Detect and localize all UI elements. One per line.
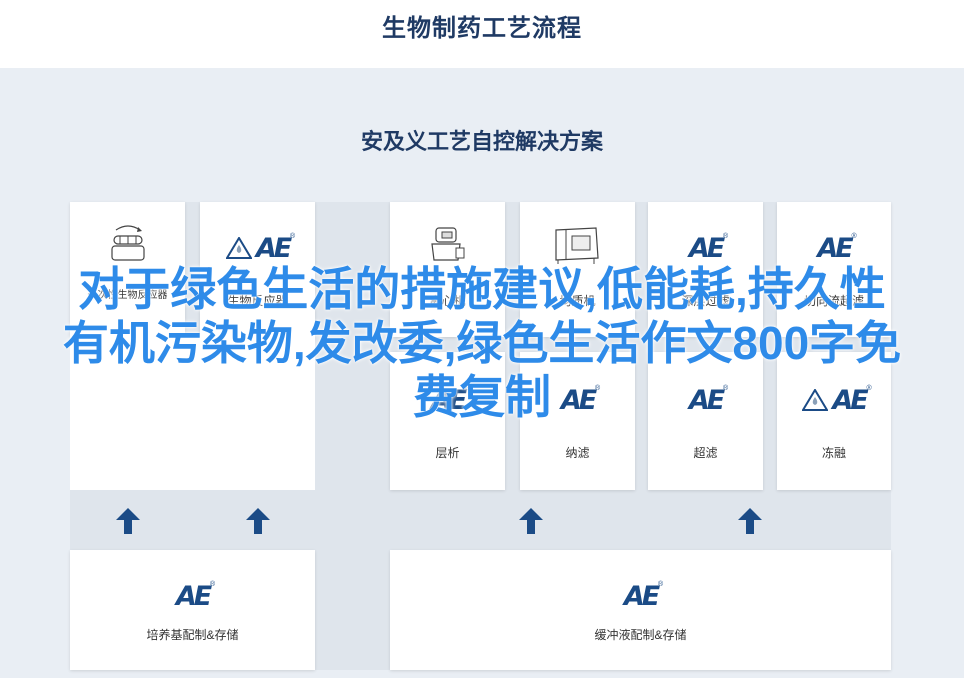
ae-logo: AE ® — [777, 232, 891, 264]
ae-wordmark: AE — [688, 232, 725, 264]
card-label: 超滤 — [693, 446, 718, 460]
ae-logo: AE ® — [200, 232, 315, 264]
arrow-up-icon — [519, 508, 543, 534]
centrifuge-icon — [431, 227, 465, 261]
ae-wordmark: AE — [255, 232, 292, 264]
ae-logo: AE ® — [648, 232, 763, 264]
card-label: 一次性生物反应器 — [87, 290, 168, 301]
card-label: 切向流超滤 — [803, 294, 864, 308]
card-label: 培养基配制&存储 — [146, 628, 239, 642]
registered-mark: ® — [595, 384, 601, 392]
card-chromatography[interactable]: AE ® 层析 — [390, 352, 505, 490]
registered-mark: ® — [658, 580, 664, 588]
homogenizer-icon — [555, 227, 599, 264]
card-label: 纳滤 — [565, 446, 590, 460]
registered-mark: ® — [723, 384, 729, 392]
card-label: 均质机 — [559, 294, 596, 308]
card-label: 生物反应器 — [227, 294, 288, 308]
page-title: 生物制药工艺流程 — [382, 15, 582, 42]
bioreactor-icon — [111, 225, 145, 261]
card-label: 缓冲液配制&存储 — [594, 628, 687, 642]
card-single-use-bioreactor[interactable]: 一次性生物反应器 — [70, 202, 185, 337]
card-ultrafiltration[interactable]: AE ® 超滤 — [648, 352, 763, 490]
registered-mark: ® — [465, 384, 471, 392]
card-label: 冻融 — [821, 446, 846, 460]
card-bioreactor[interactable]: AE ® 生物反应器 — [200, 202, 315, 337]
ae-wordmark: AE — [430, 384, 467, 416]
arrow-up-icon — [246, 508, 270, 534]
ae-wordmark: AE — [175, 580, 212, 612]
registered-mark: ® — [723, 232, 729, 240]
ae-logo: AE ® — [70, 580, 315, 612]
card-depth-filtration[interactable]: AE ® 深层过滤 — [648, 202, 763, 337]
ae-logo: AE ® — [390, 580, 891, 612]
ae-logo: AE ® — [777, 384, 891, 416]
registered-mark: ® — [210, 580, 216, 588]
card-nanofiltration[interactable]: AE ® 纳滤 — [520, 352, 635, 490]
drop-icon — [225, 237, 252, 259]
card-media-prep[interactable]: AE ® 培养基配制&存储 — [70, 550, 315, 670]
ae-wordmark: AE — [688, 384, 725, 416]
panel-title: 安及义工艺自控解决方案 — [360, 129, 603, 154]
drop-icon — [802, 389, 829, 411]
card-label: 离心机 — [429, 294, 466, 308]
arrow-up-icon — [116, 508, 140, 534]
registered-mark: ® — [290, 232, 296, 240]
ae-wordmark: AE — [623, 580, 660, 612]
ae-logo: AE ® — [520, 384, 635, 416]
card-tff-ultrafiltration[interactable]: AE ® 切向流超滤 — [777, 202, 891, 337]
ae-wordmark: AE — [832, 384, 868, 416]
ae-logo: AE ® — [648, 384, 763, 416]
card-label: 深层过滤 — [681, 294, 730, 308]
left-block — [70, 337, 315, 490]
registered-mark: ® — [851, 232, 857, 240]
registered-mark: ® — [866, 384, 872, 392]
card-buffer-prep[interactable]: AE ® 缓冲液配制&存储 — [390, 550, 891, 670]
ae-logo: AE ® — [390, 384, 505, 416]
card-centrifuge[interactable]: 离心机 — [390, 202, 505, 337]
card-label: 层析 — [435, 446, 460, 460]
card-homogenizer[interactable]: 均质机 — [520, 202, 635, 337]
ae-wordmark: AE — [560, 384, 597, 416]
card-freeze-thaw[interactable]: AE ® 冻融 — [777, 352, 891, 490]
ae-wordmark: AE — [817, 232, 853, 264]
arrow-up-icon — [738, 508, 762, 534]
